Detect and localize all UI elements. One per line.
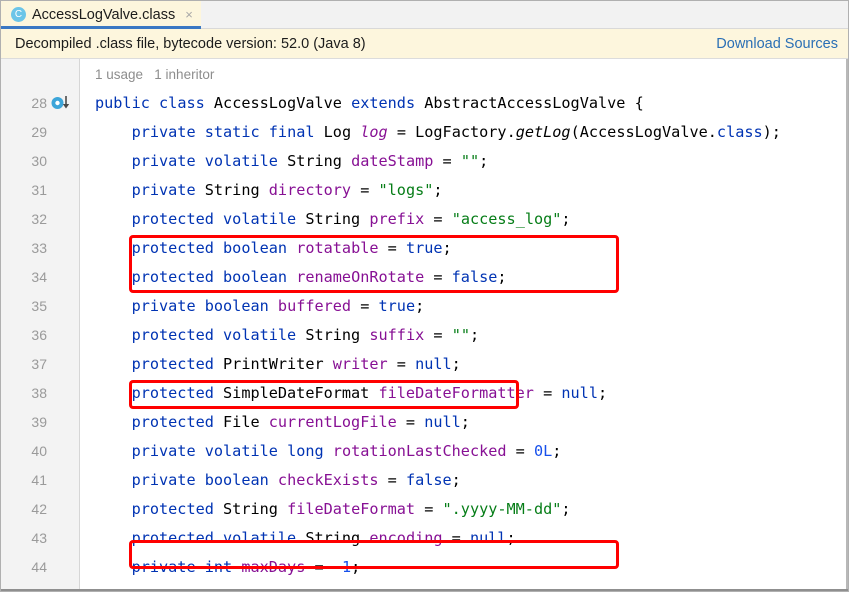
code-editor[interactable]: 1 usage 1 inheritor 28 public class Acces… — [1, 59, 848, 591]
line-number: 44 — [31, 559, 47, 575]
code-line[interactable]: 41 private boolean checkExists = false; — [1, 466, 848, 495]
close-icon[interactable]: × — [185, 8, 193, 21]
code-line[interactable]: 31 private String directory = "logs"; — [1, 176, 848, 205]
code-line[interactable]: 30 private volatile String dateStamp = "… — [1, 147, 848, 176]
code-text: protected boolean rotatable = true; — [131, 239, 452, 257]
code-text: private static final Log log = LogFactor… — [131, 123, 781, 141]
code-line[interactable]: 35 private boolean buffered = true; — [1, 292, 848, 321]
code-line[interactable]: 32 protected volatile String prefix = "a… — [1, 205, 848, 234]
code-line[interactable]: 43 protected volatile String encoding = … — [1, 524, 848, 553]
tab-accesslogvalve-class[interactable]: C AccessLogValve.class × — [1, 1, 201, 29]
decompiled-notification-banner: Decompiled .class file, bytecode version… — [1, 29, 848, 59]
code-line[interactable]: 38 protected SimpleDateFormat fileDateFo… — [1, 379, 848, 408]
code-text: private boolean checkExists = false; — [131, 471, 461, 489]
line-number: 38 — [31, 385, 47, 401]
line-number: 28 — [31, 95, 47, 111]
decompiled-class-viewer: C AccessLogValve.class × Decompiled .cla… — [0, 0, 849, 592]
line-number: 41 — [31, 472, 47, 488]
line-number: 37 — [31, 356, 47, 372]
code-line[interactable]: 40 private volatile long rotationLastChe… — [1, 437, 848, 466]
code-text: public class AccessLogValve extends Abst… — [95, 94, 644, 112]
code-text: protected volatile String encoding = nul… — [131, 529, 516, 547]
editor-tab-bar: C AccessLogValve.class × — [1, 1, 848, 29]
tab-label: AccessLogValve.class — [32, 6, 176, 23]
code-text: protected volatile String prefix = "acce… — [131, 210, 571, 228]
editor-bottom-border — [1, 589, 848, 591]
banner-message: Decompiled .class file, bytecode version… — [15, 35, 366, 52]
code-line[interactable]: 34 protected boolean renameOnRotate = fa… — [1, 263, 848, 292]
code-text: private String directory = "logs"; — [131, 181, 443, 199]
line-number: 31 — [31, 182, 47, 198]
line-number: 30 — [31, 153, 47, 169]
code-text: private int maxDays = -1; — [131, 558, 361, 576]
code-text: protected SimpleDateFormat fileDateForma… — [131, 384, 608, 402]
line-number: 43 — [31, 530, 47, 546]
code-text: protected File currentLogFile = null; — [131, 413, 470, 431]
code-text: protected volatile String suffix = ""; — [131, 326, 480, 344]
code-text: private boolean buffered = true; — [131, 297, 425, 315]
code-line[interactable]: 33 protected boolean rotatable = true; — [1, 234, 848, 263]
code-text: protected String fileDateFormat = ".yyyy… — [131, 500, 571, 518]
line-number: 42 — [31, 501, 47, 517]
line-number: 29 — [31, 124, 47, 140]
line-number: 36 — [31, 327, 47, 343]
line-number: 40 — [31, 443, 47, 459]
code-text: protected PrintWriter writer = null; — [131, 355, 461, 373]
code-text: protected boolean renameOnRotate = false… — [131, 268, 507, 286]
code-line[interactable]: 29 private static final Log log = LogFac… — [1, 118, 848, 147]
code-line[interactable]: 28 public class AccessLogValve extends Ab… — [1, 89, 848, 118]
line-number: 33 — [31, 240, 47, 256]
editor-right-border — [846, 59, 848, 591]
line-number: 39 — [31, 414, 47, 430]
line-number: 34 — [31, 269, 47, 285]
code-text: private volatile long rotationLastChecke… — [131, 442, 562, 460]
code-line[interactable]: 36 protected volatile String suffix = ""… — [1, 321, 848, 350]
java-class-icon: C — [11, 7, 26, 22]
code-line[interactable]: 42 protected String fileDateFormat = ".y… — [1, 495, 848, 524]
code-line[interactable]: 37 protected PrintWriter writer = null; — [1, 350, 848, 379]
download-sources-link[interactable]: Download Sources — [716, 36, 838, 52]
code-lines: 28 public class AccessLogValve extends Ab… — [1, 59, 848, 591]
code-line[interactable]: 44 private int maxDays = -1; — [1, 553, 848, 582]
implemented-by-arrow-icon[interactable] — [51, 95, 73, 112]
code-line[interactable]: 39 protected File currentLogFile = null; — [1, 408, 848, 437]
line-number: 32 — [31, 211, 47, 227]
line-number: 35 — [31, 298, 47, 314]
code-text: private volatile String dateStamp = ""; — [131, 152, 489, 170]
